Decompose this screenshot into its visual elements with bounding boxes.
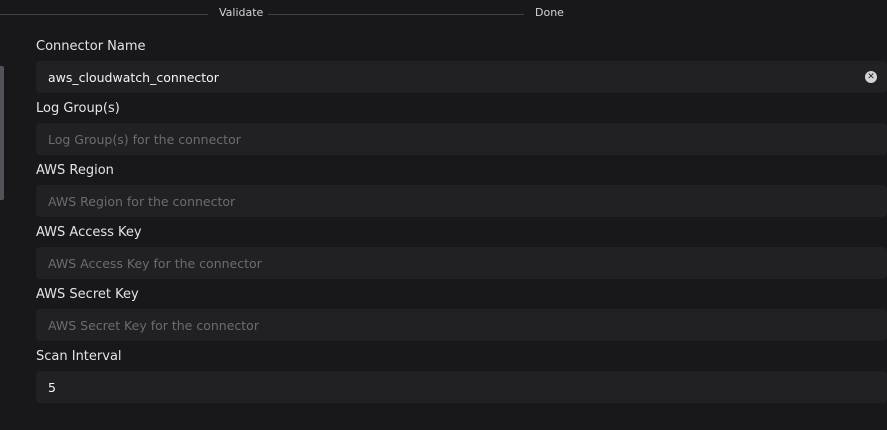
field-label: Log Group(s) [36,101,120,116]
field-label: Connector Name [36,39,146,54]
scrollbar[interactable] [0,66,4,200]
aws-region-input[interactable] [36,185,887,217]
field-label: AWS Region [36,163,114,178]
field-aws-region: AWS Region [36,161,887,223]
field-label: AWS Secret Key [36,287,139,302]
clear-icon[interactable]: ✕ [865,71,877,83]
field-aws-secret-key: AWS Secret Key [36,285,887,347]
connector-form: Connector Name ✕ Log Group(s) AWS Region… [36,37,887,409]
aws-access-key-input[interactable] [36,247,887,279]
step-validate[interactable]: Validate [219,6,263,20]
stepper-line [268,14,524,15]
step-done[interactable]: Done [535,6,564,20]
stepper-line [0,14,208,15]
field-aws-access-key: AWS Access Key [36,223,887,285]
field-log-groups: Log Group(s) [36,99,887,161]
field-scan-interval: Scan Interval [36,347,887,409]
aws-secret-key-input[interactable] [36,309,887,341]
field-label: Scan Interval [36,349,122,364]
field-connector-name: Connector Name ✕ [36,37,887,99]
connector-name-input[interactable] [36,61,887,93]
scan-interval-input[interactable] [36,371,887,403]
stepper: Validate Done [0,0,887,28]
field-label: AWS Access Key [36,225,142,240]
connector-form-page: Validate Done Connector Name ✕ Log Group… [0,0,887,430]
log-groups-input[interactable] [36,123,887,155]
